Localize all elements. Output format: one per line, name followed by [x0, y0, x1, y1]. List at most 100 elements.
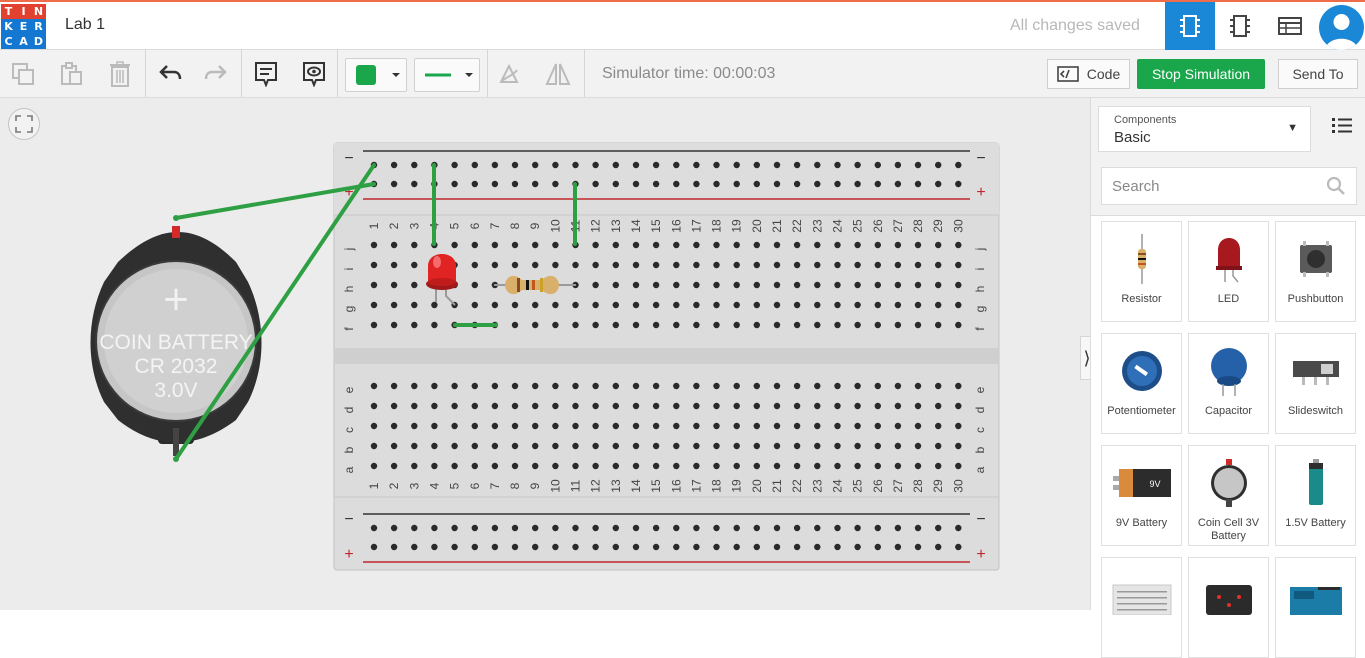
breadboard-hole[interactable]: [753, 402, 760, 410]
breadboard-hole[interactable]: [793, 321, 801, 329]
breadboard-hole[interactable]: [511, 301, 519, 309]
breadboard-hole[interactable]: [733, 321, 740, 329]
breadboard-hole[interactable]: [834, 281, 841, 289]
breadboard-hole[interactable]: [874, 442, 881, 450]
breadboard-hole[interactable]: [652, 161, 660, 169]
breadboard-hole[interactable]: [814, 402, 821, 410]
breadboard-hole[interactable]: [370, 402, 378, 410]
breadboard-hole[interactable]: [532, 241, 539, 249]
paste-button[interactable]: [54, 58, 88, 90]
breadboard-hole[interactable]: [955, 442, 962, 450]
breadboard-hole[interactable]: [612, 281, 619, 289]
send-to-button[interactable]: Send To: [1278, 59, 1358, 89]
breadboard-hole[interactable]: [572, 161, 579, 169]
breadboard-hole[interactable]: [834, 422, 841, 430]
breadboard-hole[interactable]: [693, 261, 700, 269]
undo-button[interactable]: [153, 58, 187, 90]
breadboard-hole[interactable]: [914, 524, 922, 532]
breadboard-hole[interactable]: [532, 524, 539, 532]
breadboard-hole[interactable]: [854, 321, 861, 329]
breadboard-hole[interactable]: [572, 382, 579, 390]
breadboard-hole[interactable]: [370, 261, 378, 269]
breadboard-hole[interactable]: [854, 422, 861, 430]
breadboard-hole[interactable]: [874, 462, 881, 470]
components-dropdown[interactable]: Components Basic ▼: [1098, 106, 1311, 152]
breadboard-hole[interactable]: [693, 524, 700, 532]
breadboard-hole[interactable]: [793, 524, 801, 532]
breadboard-hole[interactable]: [955, 321, 962, 329]
breadboard-hole[interactable]: [814, 524, 821, 532]
breadboard-hole[interactable]: [491, 261, 499, 269]
breadboard-hole[interactable]: [511, 442, 519, 450]
breadboard-hole[interactable]: [390, 241, 398, 249]
component-tile-led[interactable]: LED: [1188, 221, 1269, 322]
breadboard-hole[interactable]: [733, 442, 740, 450]
delete-button[interactable]: [103, 58, 137, 90]
breadboard-hole[interactable]: [592, 524, 599, 532]
breadboard-hole[interactable]: [753, 382, 760, 390]
breadboard-hole[interactable]: [955, 402, 962, 410]
breadboard-hole[interactable]: [552, 442, 559, 450]
breadboard-hole[interactable]: [491, 301, 499, 309]
component-tile-microbit[interactable]: [1188, 557, 1269, 658]
breadboard-hole[interactable]: [592, 321, 599, 329]
breadboard-hole[interactable]: [652, 462, 660, 470]
breadboard-hole[interactable]: [390, 543, 398, 551]
breadboard-hole[interactable]: [592, 543, 599, 551]
breadboard-hole[interactable]: [411, 321, 418, 329]
breadboard-hole[interactable]: [411, 402, 418, 410]
breadboard-hole[interactable]: [914, 261, 922, 269]
breadboard-hole[interactable]: [874, 543, 881, 551]
breadboard-hole[interactable]: [411, 261, 418, 269]
breadboard-hole[interactable]: [652, 543, 660, 551]
breadboard-hole[interactable]: [370, 301, 378, 309]
breadboard-hole[interactable]: [431, 462, 438, 470]
breadboard-hole[interactable]: [511, 543, 519, 551]
breadboard-hole[interactable]: [451, 442, 458, 450]
breadboard-hole[interactable]: [773, 422, 781, 430]
breadboard-hole[interactable]: [532, 402, 539, 410]
component-tile-coin-cell-battery[interactable]: Coin Cell 3V Battery: [1188, 445, 1269, 546]
breadboard-hole[interactable]: [753, 422, 760, 430]
breadboard-hole[interactable]: [632, 321, 640, 329]
breadboard-hole[interactable]: [491, 382, 499, 390]
breadboard-hole[interactable]: [491, 180, 499, 188]
circuit-canvas[interactable]: − + − + − + − + 1 1 2 2 3 3 4 4 5 5 6 6 7 7 8 8 9 9 10 10 11…: [0, 98, 1094, 610]
breadboard-hole[interactable]: [632, 462, 640, 470]
breadboard-hole[interactable]: [511, 241, 519, 249]
breadboard-hole[interactable]: [693, 241, 700, 249]
breadboard-hole[interactable]: [773, 180, 781, 188]
breadboard-hole[interactable]: [834, 402, 841, 410]
tinkercad-logo[interactable]: TINKERCAD: [1, 4, 46, 49]
breadboard-hole[interactable]: [451, 422, 458, 430]
breadboard-hole[interactable]: [935, 422, 942, 430]
breadboard-hole[interactable]: [753, 281, 760, 289]
breadboard-hole[interactable]: [370, 382, 378, 390]
breadboard-hole[interactable]: [773, 382, 781, 390]
breadboard-hole[interactable]: [572, 524, 579, 532]
breadboard-hole[interactable]: [511, 422, 519, 430]
breadboard-hole[interactable]: [491, 442, 499, 450]
breadboard-hole[interactable]: [612, 301, 619, 309]
breadboard-hole[interactable]: [935, 281, 942, 289]
breadboard-hole[interactable]: [471, 382, 478, 390]
breadboard-hole[interactable]: [914, 442, 922, 450]
breadboard-hole[interactable]: [471, 281, 478, 289]
breadboard-hole[interactable]: [572, 543, 579, 551]
breadboard-hole[interactable]: [854, 261, 861, 269]
breadboard-hole[interactable]: [733, 281, 740, 289]
breadboard-hole[interactable]: [552, 321, 559, 329]
breadboard-hole[interactable]: [411, 241, 418, 249]
breadboard-hole[interactable]: [370, 442, 378, 450]
breadboard-hole[interactable]: [612, 161, 619, 169]
breadboard-hole[interactable]: [370, 462, 378, 470]
breadboard-hole[interactable]: [753, 161, 760, 169]
breadboard-hole[interactable]: [451, 180, 458, 188]
breadboard-hole[interactable]: [370, 241, 378, 249]
wire-color-dropdown[interactable]: [345, 58, 407, 92]
breadboard-hole[interactable]: [370, 543, 378, 551]
breadboard-hole[interactable]: [793, 281, 801, 289]
breadboard-hole[interactable]: [673, 180, 680, 188]
breadboard-hole[interactable]: [390, 442, 398, 450]
breadboard-hole[interactable]: [713, 161, 720, 169]
